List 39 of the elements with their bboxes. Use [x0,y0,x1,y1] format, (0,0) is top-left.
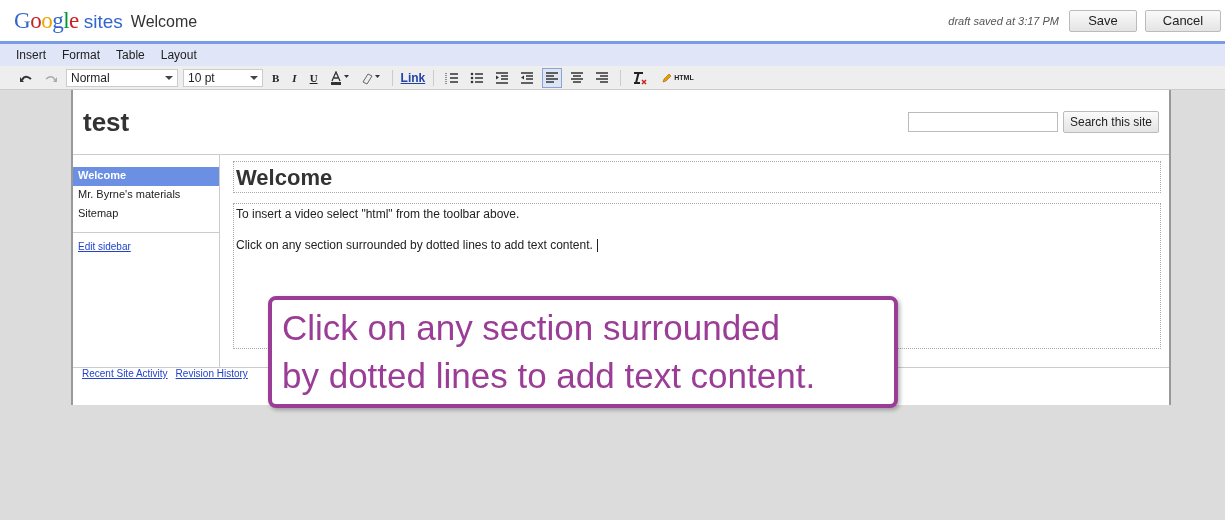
text-color-icon[interactable] [329,70,350,85]
style-dropdown[interactable]: Normal [66,68,178,87]
underline-button[interactable]: U [305,71,322,84]
footer-link[interactable]: Recent Site Activity [82,368,168,379]
search-button[interactable]: Search this site [1062,111,1159,133]
link-button[interactable]: Link [400,70,426,85]
sidebar-item[interactable]: Sitemap [73,205,219,224]
pencil-icon [662,72,673,83]
align-button[interactable] [542,67,563,88]
menu-item[interactable]: Table [108,48,153,62]
indent-icon[interactable] [495,70,510,85]
paragraph: To insert a video select "html" from the toolbar above. [236,207,521,221]
logo-text: sites [83,10,123,33]
page-title: Welcome [130,13,198,31]
sidebar-item[interactable]: Mr. Byrne's materials [73,186,219,205]
callout: Click on any section surrounded by dotted lines to add text content. [268,296,898,408]
paragraph: Click on any section surrounded by dotted lines to add text content. [236,238,1158,253]
bulleted-list-icon[interactable] [470,70,485,85]
menu-item[interactable]: Format [54,48,109,62]
save-button[interactable]: Save [1069,9,1137,32]
edit-sidebar-link[interactable]: Edit sidebar [78,241,131,252]
align-right-icon [595,70,610,85]
draft-status: draft saved at 3:17 PM [948,14,1059,27]
numbered-list-icon[interactable] [445,70,460,85]
remove-formatting-icon[interactable] [632,70,649,85]
italic-button[interactable]: I [288,71,301,84]
align-left-icon [545,70,560,85]
page-heading: Welcome [233,161,1161,193]
outdent-icon[interactable] [520,70,535,85]
menu-item[interactable]: Layout [152,48,205,62]
bold-button[interactable]: B [268,71,284,84]
site-title: test [83,106,130,138]
font-size-dropdown[interactable]: 10 pt [183,68,263,87]
menu-item[interactable]: Insert [8,48,54,62]
footer-link[interactable]: Revision History [175,368,248,379]
search-field[interactable] [907,112,1058,132]
logo-wordmark: Google [14,7,79,34]
cancel-button[interactable]: Cancel [1145,9,1221,32]
align-center-icon [570,70,585,85]
